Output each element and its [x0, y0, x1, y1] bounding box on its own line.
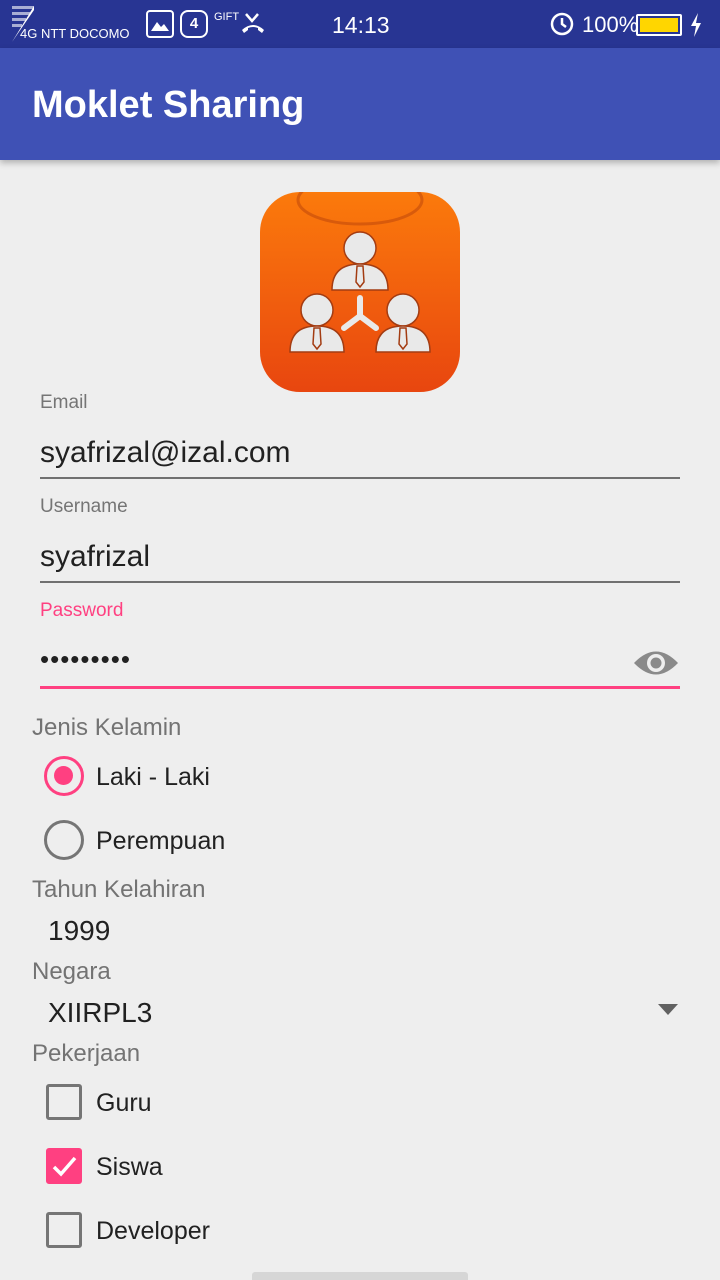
username-field[interactable]: syafrizal [40, 540, 150, 574]
email-underline [40, 477, 680, 479]
app-logo [260, 192, 460, 392]
username-underline [40, 581, 680, 583]
battery-icon [636, 14, 682, 36]
checkbox-guru-label[interactable]: Guru [96, 1089, 152, 1118]
email-field[interactable]: syafrizal@izal.com [40, 436, 291, 470]
charging-icon [691, 13, 701, 37]
radio-laki-laki-label[interactable]: Laki - Laki [96, 763, 210, 792]
missed-call-icon [242, 13, 264, 33]
birth-year-label: Tahun Kelahiran [32, 876, 206, 903]
gift-icon: GIFT [214, 11, 240, 23]
app-bar: Moklet Sharing [0, 48, 720, 160]
submit-button[interactable] [252, 1272, 468, 1280]
password-field[interactable]: ••••••••• [40, 644, 131, 675]
app-title: Moklet Sharing [32, 84, 305, 126]
checkbox-developer[interactable] [46, 1212, 82, 1248]
eye-icon[interactable] [632, 646, 680, 680]
checkbox-guru[interactable] [46, 1084, 82, 1120]
checkmark-icon [52, 1156, 77, 1177]
birth-year-field[interactable]: 1999 [48, 915, 110, 947]
checkbox-siswa-label[interactable]: Siswa [96, 1153, 163, 1182]
radio-perempuan[interactable] [44, 820, 84, 860]
email-label: Email [40, 392, 88, 413]
notification-badge: 4 [180, 10, 208, 38]
battery-percentage: 100% [582, 12, 639, 37]
dropdown-arrow-icon[interactable] [658, 1004, 678, 1016]
radio-laki-laki[interactable] [44, 756, 84, 796]
image-icon [146, 10, 174, 38]
job-label: Pekerjaan [32, 1040, 141, 1067]
password-underline [40, 686, 680, 689]
password-label: Password [40, 600, 124, 621]
alarm-clock-icon [550, 12, 574, 36]
checkbox-developer-label[interactable]: Developer [96, 1217, 210, 1246]
gender-label: Jenis Kelamin [32, 714, 182, 741]
carrier-label: 4G NTT DOCOMO [20, 26, 130, 41]
checkbox-siswa[interactable] [46, 1148, 82, 1184]
status-bar: 4G NTT DOCOMO 4 GIFT 14:13 100% [0, 0, 720, 48]
radio-perempuan-label[interactable]: Perempuan [96, 827, 225, 856]
country-select[interactable]: XIIRPL3 [48, 997, 152, 1029]
username-label: Username [40, 496, 128, 517]
clock-time: 14:13 [332, 12, 390, 38]
country-label: Negara [32, 958, 111, 985]
